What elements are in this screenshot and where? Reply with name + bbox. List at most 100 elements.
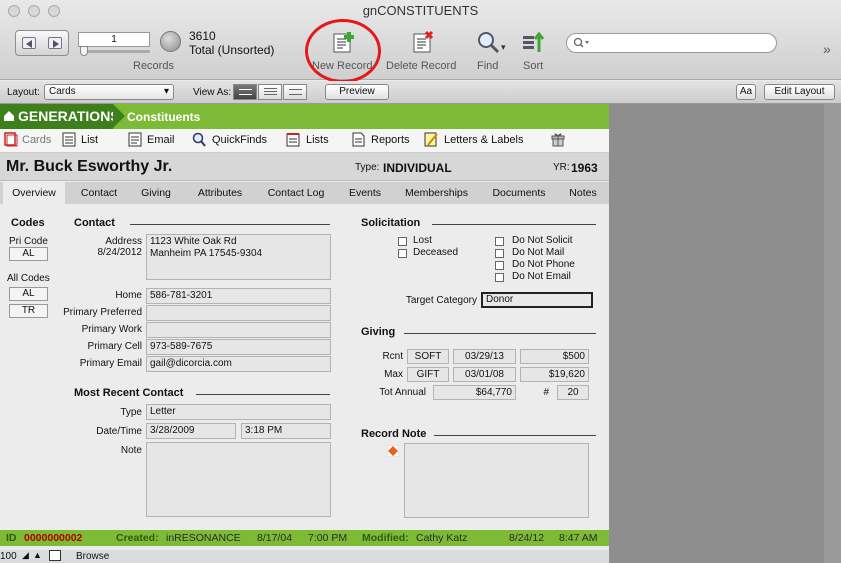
contact-datetime-label: Date/Time xyxy=(96,426,142,437)
layout-label: Layout: xyxy=(7,87,40,98)
primary-email-field[interactable]: gail@dicorcia.com xyxy=(146,356,331,372)
codes-title: Codes xyxy=(11,217,45,229)
formatting-bar-button[interactable]: Aa xyxy=(736,84,756,100)
created-label: Created: xyxy=(116,532,159,544)
do-not-email-checkbox[interactable] xyxy=(495,273,504,282)
do-not-solicit-checkbox[interactable] xyxy=(495,237,504,246)
nav-email[interactable]: Email xyxy=(147,134,175,146)
tab-attributes[interactable]: Attributes xyxy=(186,182,254,204)
tab-events[interactable]: Events xyxy=(338,182,392,204)
nav-reports[interactable]: Reports xyxy=(371,134,410,146)
vertical-scrollbar[interactable] xyxy=(824,104,841,563)
record-slider[interactable] xyxy=(80,50,150,53)
find-button[interactable]: Find xyxy=(477,60,498,72)
modified-date: 8/24/12 xyxy=(509,532,545,544)
current-record-field[interactable]: 1 xyxy=(78,32,150,47)
do-not-mail-checkbox[interactable] xyxy=(495,249,504,258)
contact-type-field[interactable]: Letter xyxy=(146,404,331,420)
modified-label: Modified: xyxy=(362,532,409,544)
total-record-label: Total (Unsorted) xyxy=(189,43,275,57)
lost-label: Lost xyxy=(413,235,432,246)
tab-contact-log[interactable]: Contact Log xyxy=(262,182,330,204)
delete-record-button[interactable]: Delete Record xyxy=(386,60,456,72)
record-note-field[interactable] xyxy=(404,443,589,518)
tab-contact[interactable]: Contact xyxy=(70,182,128,204)
primary-preferred-field[interactable] xyxy=(146,305,331,321)
nav-lists[interactable]: Lists xyxy=(306,134,329,146)
find-menu-chevron-icon[interactable]: ▾ xyxy=(501,42,506,53)
do-not-phone-label: Do Not Phone xyxy=(512,259,575,270)
contact-date-field[interactable]: 3/28/2009 xyxy=(146,423,236,439)
tab-overview[interactable]: Overview xyxy=(3,182,65,204)
view-as-table-button[interactable] xyxy=(283,84,307,100)
record-layout: GENERATIONS Constituents Cards List Emai… xyxy=(0,104,609,550)
pri-code-label: Pri Code xyxy=(9,236,48,247)
contact-title: Contact xyxy=(74,217,115,229)
generations-logo[interactable]: GENERATIONS xyxy=(0,104,125,129)
breadcrumb[interactable]: Constituents xyxy=(127,110,200,124)
max-gift-date[interactable]: 03/01/08 xyxy=(453,367,516,382)
created-by: inRESONANCE xyxy=(166,532,241,544)
record-slider-handle[interactable] xyxy=(80,46,88,56)
tab-documents[interactable]: Documents xyxy=(484,182,554,204)
recent-gift-amount[interactable]: $500 xyxy=(520,349,589,364)
address-field[interactable]: 1123 White Oak Rd Manheim PA 17545-9304 xyxy=(146,234,331,280)
view-as-form-button[interactable] xyxy=(233,84,257,100)
mode-indicator: Browse xyxy=(76,551,110,562)
constituent-name: Mr. Buck Esworthy Jr. xyxy=(6,158,173,175)
gift-icon[interactable] xyxy=(551,132,565,147)
primary-work-field[interactable] xyxy=(146,322,331,338)
nav-list[interactable]: List xyxy=(81,134,98,146)
tab-memberships[interactable]: Memberships xyxy=(400,182,473,204)
record-navigator[interactable] xyxy=(15,30,69,56)
zoom-in-icon[interactable]: ▲ xyxy=(33,550,42,560)
layout-select-value: Cards xyxy=(49,86,76,97)
solicitation-title: Solicitation xyxy=(361,217,421,229)
contact-time-field[interactable]: 3:18 PM xyxy=(241,423,331,439)
layout-select[interactable]: Cards xyxy=(44,84,174,100)
max-gift-label: Max xyxy=(384,369,403,380)
view-as-list-button[interactable] xyxy=(258,84,282,100)
zoom-out-icon[interactable]: ◢ xyxy=(22,550,29,561)
edit-layout-button[interactable]: Edit Layout xyxy=(764,84,835,100)
total-annual-amount[interactable]: $64,770 xyxy=(433,385,516,400)
max-gift-amount[interactable]: $19,620 xyxy=(520,367,589,382)
record-tabs: Overview Contact Giving Attributes Conta… xyxy=(0,182,609,204)
nav-cards[interactable]: Cards xyxy=(22,134,51,146)
target-category-field[interactable]: Donor xyxy=(481,292,593,308)
home-icon xyxy=(4,111,14,121)
next-record-icon[interactable] xyxy=(48,37,62,49)
previous-record-icon[interactable] xyxy=(22,37,36,49)
max-gift-type[interactable]: GIFT xyxy=(407,367,449,382)
contact-type-label: Type xyxy=(120,407,142,418)
pri-code-value[interactable]: AL xyxy=(9,247,48,261)
toolbar-overflow-chevron-icon[interactable]: » xyxy=(823,41,831,57)
recent-gift-date[interactable]: 03/29/13 xyxy=(453,349,516,364)
tab-giving[interactable]: Giving xyxy=(132,182,180,204)
total-record-count: 3610 xyxy=(189,29,216,43)
preview-button[interactable]: Preview xyxy=(325,84,389,100)
sort-button[interactable]: Sort xyxy=(523,60,543,72)
home-phone-field[interactable]: 586-781-3201 xyxy=(146,288,331,304)
primary-cell-field[interactable]: 973-589-7675 xyxy=(146,339,331,355)
zoom-level[interactable]: 100 xyxy=(0,551,17,562)
list-icon xyxy=(62,132,76,147)
recent-gift-type[interactable]: SOFT xyxy=(407,349,449,364)
gift-count-value[interactable]: 20 xyxy=(557,385,589,400)
quick-search-field[interactable] xyxy=(566,33,777,53)
tab-notes[interactable]: Notes xyxy=(562,182,604,204)
deceased-checkbox[interactable] xyxy=(398,249,407,258)
contact-note-field[interactable] xyxy=(146,442,331,517)
records-label: Records xyxy=(133,60,174,72)
lost-checkbox[interactable] xyxy=(398,237,407,246)
section-divider xyxy=(434,435,596,436)
delete-record-icon[interactable] xyxy=(411,30,435,54)
do-not-phone-checkbox[interactable] xyxy=(495,261,504,270)
nav-quickfinds[interactable]: QuickFinds xyxy=(212,134,267,146)
modified-time: 8:47 AM xyxy=(559,532,598,544)
find-icon[interactable] xyxy=(476,30,500,54)
note-diamond-icon[interactable] xyxy=(387,445,399,457)
nav-letters-labels[interactable]: Letters & Labels xyxy=(444,134,524,146)
toggle-status-area-icon[interactable] xyxy=(49,550,61,561)
sort-icon[interactable] xyxy=(521,30,545,54)
